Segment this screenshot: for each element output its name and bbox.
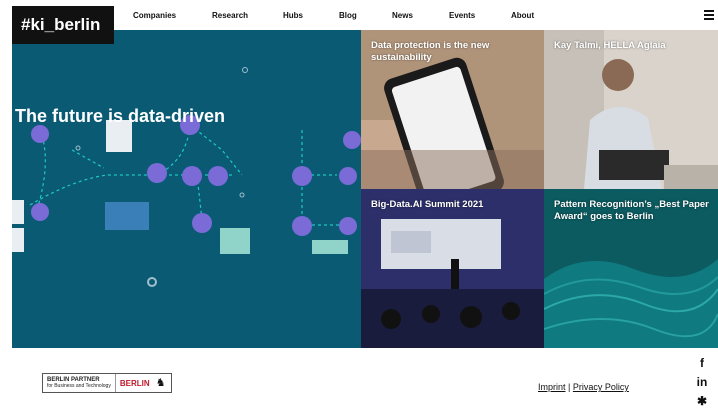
- nav-research[interactable]: Research: [212, 11, 248, 20]
- tile-title: Kay Talmi, HELLA Aglaia: [554, 40, 666, 51]
- nav-news[interactable]: News: [392, 11, 413, 20]
- berlin-partner-logo[interactable]: BERLIN PARTNER for Business and Technolo…: [42, 373, 172, 393]
- partner-text: BERLIN PARTNER for Business and Technolo…: [43, 374, 116, 392]
- tile-best-paper-award[interactable]: Pattern Recognition’s „Best Paper Award“…: [544, 189, 718, 348]
- tile-title: Pattern Recognition’s „Best Paper Award“…: [554, 199, 709, 222]
- berlin-label: BERLIN: [119, 378, 150, 388]
- nav-companies[interactable]: Companies: [133, 11, 176, 20]
- tile-data-protection[interactable]: Data protection is the new sustainabilit…: [361, 30, 544, 189]
- privacy-policy-link[interactable]: Privacy Policy: [573, 382, 629, 392]
- site-logo[interactable]: #ki_berlin: [12, 6, 114, 44]
- nav-about[interactable]: About: [511, 11, 534, 20]
- nav-events[interactable]: Events: [449, 11, 475, 20]
- tile-kay-talmi[interactable]: Kay Talmi, HELLA Aglaia: [544, 30, 718, 189]
- partner-line2: for Business and Technology: [47, 383, 111, 389]
- nav-blog[interactable]: Blog: [339, 11, 357, 20]
- network-illustration: [12, 67, 361, 287]
- footer: BERLIN PARTNER for Business and Technolo…: [0, 348, 718, 414]
- imprint-link[interactable]: Imprint: [538, 382, 566, 392]
- menu-icon[interactable]: [704, 10, 714, 20]
- linkedin-icon[interactable]: in: [695, 375, 709, 389]
- link-separator: |: [568, 382, 571, 392]
- tile-title: Big-Data.AI Summit 2021: [371, 199, 484, 210]
- conference-photo: [361, 189, 544, 348]
- top-navigation: #ki_berlin Companies Research Hubs Blog …: [0, 0, 718, 44]
- portrait-photo: [544, 30, 718, 189]
- tile-title: Data protection is the new sustainabilit…: [371, 40, 490, 63]
- bear-icon: ♞: [155, 377, 166, 389]
- footer-links: Imprint | Privacy Policy: [538, 382, 629, 392]
- facebook-icon[interactable]: f: [695, 356, 709, 370]
- social-links: f in ✱: [695, 356, 715, 413]
- hero-title: The future is data-driven: [15, 106, 226, 126]
- hero-banner[interactable]: The future is data-driven: [12, 30, 361, 348]
- twitter-icon[interactable]: ✱: [695, 394, 709, 408]
- nav-hubs[interactable]: Hubs: [283, 11, 303, 20]
- tile-big-data-summit[interactable]: Big-Data.AI Summit 2021: [361, 189, 544, 348]
